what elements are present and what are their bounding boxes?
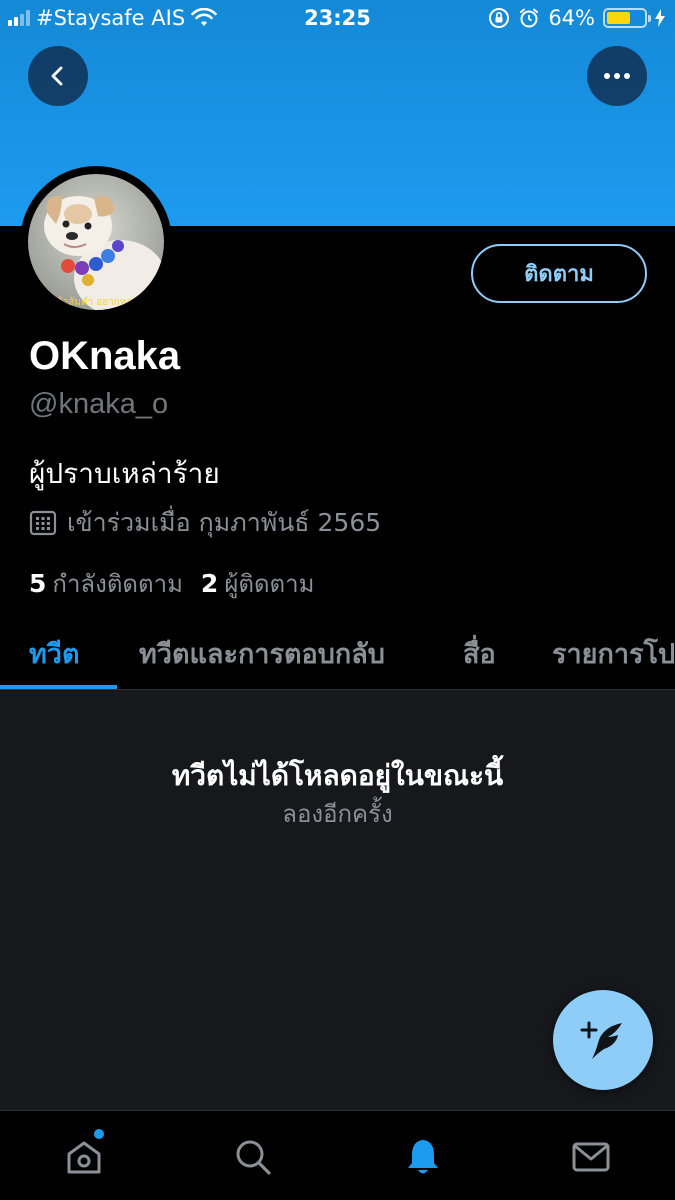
mail-icon [572,1142,610,1172]
home-notification-dot [94,1129,104,1139]
retry-button[interactable]: ลองอีกครั้ง [0,794,675,833]
active-tab-indicator [0,685,117,689]
tab-media[interactable]: สื่อ [463,632,496,675]
following-count: 5 [29,569,47,598]
back-button[interactable] [28,46,88,106]
followers-link[interactable]: 2 ผู้ติดตาม [201,564,315,603]
nav-messages[interactable] [567,1133,615,1181]
compose-tweet-icon [580,1021,622,1059]
charging-bolt-icon [655,9,665,27]
home-icon [67,1141,101,1174]
chevron-left-icon [51,66,63,86]
nav-search[interactable] [229,1133,277,1181]
profile-bio: ผู้ปราบเหล่าร้าย [29,457,220,490]
follow-button[interactable]: ติดตาม [471,244,647,303]
status-bar: #Staysafe AIS 23:25 64% [0,0,675,38]
bell-icon [408,1140,438,1174]
profile-tabs: ทวีต ทวีตและการตอบกลับ สื่อ รายการโปรด [0,620,675,690]
battery-percent: 64% [548,6,595,30]
alarm-icon [520,8,539,28]
follow-counts: 5 กำลังติดตาม 2 ผู้ติดตาม [29,564,314,603]
nav-notifications[interactable] [399,1133,447,1181]
nav-home[interactable] [60,1129,108,1181]
orientation-lock-icon [489,8,510,28]
avatar-image: เจ้าส้มตำ อยากหล่อ [28,174,164,310]
compose-tweet-button[interactable] [553,990,653,1090]
tab-tweets-and-replies[interactable]: ทวีตและการตอบกลับ [139,632,385,675]
joined-date: เข้าร่วมเมื่อ กุมภาพันธ์ 2565 [29,503,381,543]
more-horizontal-icon [604,73,630,79]
following-label: กำลังติดตาม [52,570,183,598]
tab-likes[interactable]: รายการโปรด [552,632,675,675]
search-icon [236,1140,271,1175]
more-options-button[interactable] [587,46,647,106]
calendar-icon [29,510,57,536]
avatar-caption: เจ้าส้มตำ อยากหล่อ [53,296,138,308]
empty-state-title: ทวีตไม่ได้โหลดอยู่ในขณะนี้ [171,759,504,792]
user-handle: @knaka_o [29,388,169,420]
following-link[interactable]: 5 กำลังติดตาม [29,564,183,603]
tab-tweets[interactable]: ทวีต [29,632,80,675]
joined-date-text: เข้าร่วมเมื่อ กุมภาพันธ์ 2565 [67,508,382,537]
bottom-navigation [0,1110,675,1200]
display-name: OKnaka [29,334,181,378]
battery-icon [603,8,651,28]
avatar[interactable]: เจ้าส้มตำ อยากหล่อ [20,166,172,318]
followers-label: ผู้ติดตาม [224,570,315,598]
followers-count: 2 [200,569,219,598]
